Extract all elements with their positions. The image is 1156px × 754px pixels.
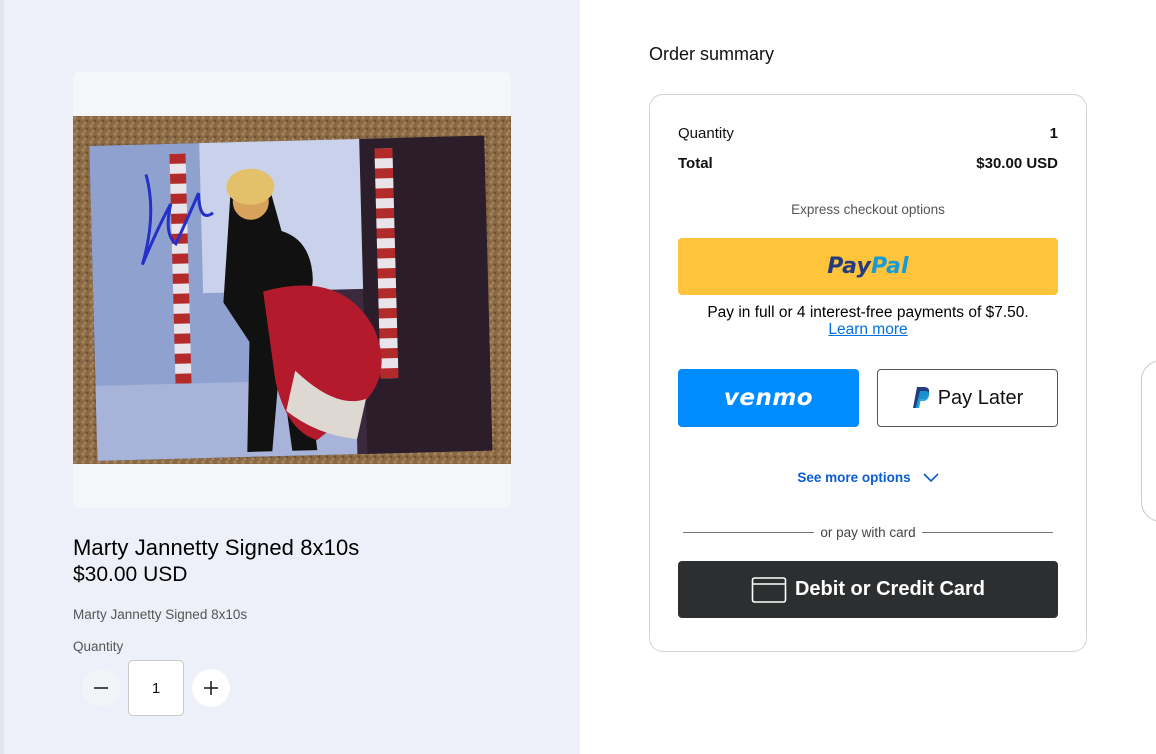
venmo-button[interactable]: venmo [678, 369, 859, 427]
summary-total-row: Total $30.00 USD [678, 155, 1058, 172]
see-more-options-label: See more options [797, 470, 911, 485]
paypal-logo-pay: Pay [827, 254, 872, 279]
side-widget-edge[interactable] [1141, 360, 1156, 522]
minus-icon [94, 687, 108, 689]
summary-total-label: Total [678, 155, 713, 172]
decrease-quantity-button[interactable] [82, 669, 120, 707]
see-more-options-button[interactable]: See more options [678, 470, 1058, 485]
pay-later-button[interactable]: Pay Later [877, 369, 1058, 427]
paypal-logo: PayPal [827, 254, 909, 279]
summary-quantity-value: 1 [1049, 125, 1058, 142]
pay-later-label: Pay Later [937, 386, 1024, 409]
divider-line-right [921, 532, 1054, 533]
divider-text: or pay with card [820, 525, 916, 540]
product-photo [73, 116, 511, 464]
product-image-card [73, 72, 511, 508]
learn-more-container: Learn more [678, 321, 1058, 339]
venmo-logo: venmo [723, 385, 814, 411]
paypal-logo-pal: Pal [871, 254, 909, 279]
product-description: Marty Jannetty Signed 8x10s [73, 607, 248, 622]
summary-total-value: $30.00 USD [976, 155, 1058, 172]
paypal-button[interactable]: PayPal [678, 238, 1058, 295]
paypal-p-icon [912, 387, 929, 408]
learn-more-link[interactable]: Learn more [828, 321, 907, 338]
chevron-down-icon [923, 472, 939, 482]
summary-quantity-row: Quantity 1 [678, 125, 1058, 142]
debit-credit-card-button[interactable]: Debit or Credit Card [678, 561, 1058, 618]
order-summary-heading: Order summary [649, 44, 775, 64]
quantity-label: Quantity [73, 639, 124, 654]
increase-quantity-button[interactable] [192, 669, 230, 707]
summary-quantity-label: Quantity [678, 125, 734, 142]
product-title: Marty Jannetty Signed 8x10s [73, 535, 360, 560]
credit-card-icon [751, 576, 787, 603]
quantity-input[interactable]: 1 [128, 660, 184, 716]
plus-icon [204, 681, 218, 695]
express-checkout-label: Express checkout options [791, 202, 945, 217]
card-button-label: Debit or Credit Card [794, 578, 986, 600]
card-divider: or pay with card [683, 525, 1054, 540]
product-price: $30.00 USD [73, 563, 188, 586]
pay-later-message: Pay in full or 4 interest-free payments … [707, 304, 1029, 321]
divider-line-left [683, 532, 815, 533]
